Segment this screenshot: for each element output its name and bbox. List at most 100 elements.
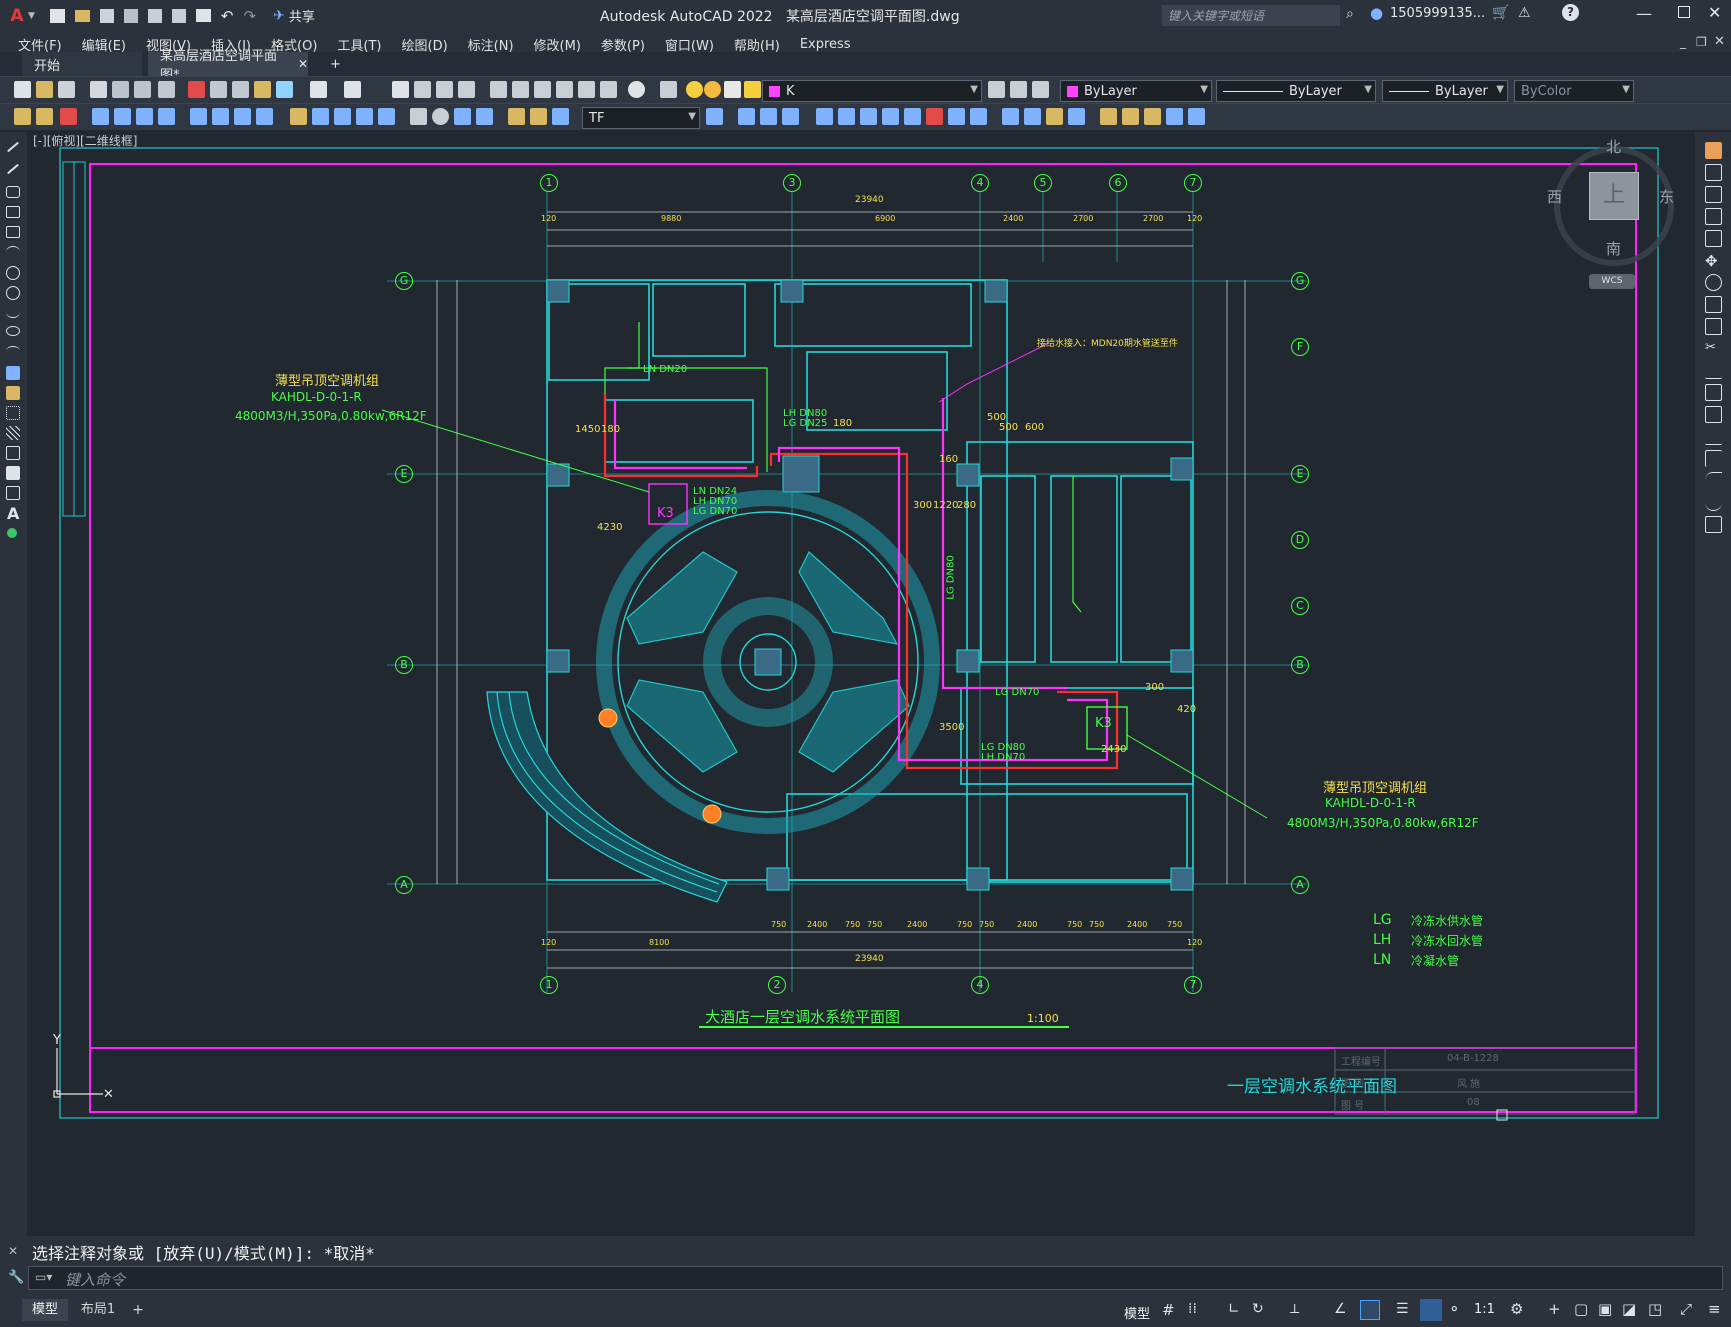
osnap-tracking-icon[interactable]: ⟂ [1290,1301,1299,1317]
ellipse-icon[interactable] [6,326,20,336]
match-properties-icon[interactable] [254,81,271,98]
layer-properties-icon[interactable] [660,81,677,98]
ortho-icon[interactable]: ∟ [1228,1301,1240,1317]
menu-express[interactable]: Express [790,37,861,52]
point-icon[interactable] [6,406,20,420]
quick-properties-icon[interactable]: ▣ [1598,1300,1612,1318]
layer-state-icon[interactable] [1032,81,1049,98]
new-tab-button[interactable]: + [318,52,342,76]
isolate-objects-icon[interactable]: ◪ [1622,1300,1636,1318]
blend-curves-icon[interactable] [1705,494,1722,511]
command-prompt-icon[interactable]: ▭▾ [35,1270,52,1284]
multiline-text-icon[interactable]: A [7,504,19,523]
move-object-icon[interactable]: ✥ [1705,252,1722,270]
new-icon[interactable] [49,8,65,23]
linetype-combo[interactable]: ByLayer ▼ [1216,80,1376,102]
dim-update-icon[interactable] [552,108,569,125]
tab-close-icon[interactable]: ✕ [298,57,308,71]
region-icon[interactable] [6,446,20,460]
close-icon[interactable]: ✕ [1708,3,1721,22]
search-icon[interactable]: ⌕ [1346,6,1354,22]
polygon-icon[interactable] [6,206,20,218]
offset-icon[interactable] [782,108,799,125]
add-layout-button[interactable]: + [128,1299,148,1321]
command-input[interactable]: ▭▾ 键入命令 [28,1266,1723,1290]
arc-icon[interactable] [6,246,20,258]
explode-icon[interactable] [1068,108,1085,125]
trim-icon[interactable] [926,108,943,125]
revision-cloud-icon[interactable] [6,286,20,300]
share-icon[interactable]: ✈ [273,8,285,24]
drawing-canvas[interactable]: [-][俯视][二维线框] Y ✕ 1 3 4 5 6 7 1 2 4 7 G … [27,132,1695,1236]
join-icon[interactable] [1002,108,1019,125]
autocad-logo-icon[interactable]: A [6,0,28,31]
chamfer-object-icon[interactable] [1705,450,1722,467]
ucs-previous-icon[interactable] [60,108,77,125]
quick-dim-icon[interactable] [290,108,307,125]
user-icon[interactable]: ● [1370,4,1383,22]
zoom-previous-icon[interactable] [458,81,475,98]
viewcube-top-face[interactable]: 上 [1589,172,1639,220]
break-icon[interactable] [970,108,987,125]
workspace-gear-icon[interactable]: ⚙ [1510,1300,1523,1318]
insert-block-icon[interactable] [6,366,20,380]
make-block-icon[interactable] [6,386,20,400]
copy-modify-icon[interactable] [738,108,755,125]
hardware-acceleration-icon[interactable]: ◳ [1648,1300,1662,1318]
layer-lock-icon[interactable] [744,81,761,98]
help-icon[interactable]: ? [1562,4,1579,21]
menu-tools[interactable]: 工具(T) [327,35,391,54]
cut-icon[interactable] [188,81,205,98]
layer-combo[interactable]: K ▼ [762,80,982,102]
annotation-scale[interactable]: 1:1 [1474,1302,1495,1317]
user-name[interactable]: 1505999135... [1390,6,1485,21]
circle-icon[interactable] [6,266,20,280]
draw-order-below-icon[interactable] [1166,108,1183,125]
baseline-dim-icon[interactable] [312,108,329,125]
polar-icon[interactable]: ↻ [1252,1301,1264,1317]
menu-help[interactable]: 帮助(H) [724,35,790,54]
menu-modify[interactable]: 修改(M) [524,35,591,54]
erase-icon[interactable] [1705,142,1722,159]
make-current-layer-icon[interactable] [988,81,1005,98]
viewcube-east[interactable]: 东 [1659,186,1674,207]
app-menu-chevron-icon[interactable]: ▼ [28,11,35,21]
break-object-icon[interactable] [1705,406,1722,423]
pan-icon[interactable] [392,81,409,98]
redo-icon[interactable]: ↷ [244,7,257,25]
hatch-icon[interactable] [6,426,20,440]
plotstyle-combo[interactable]: ByColor ▼ [1514,80,1634,102]
draw-order-above-icon[interactable] [1144,108,1161,125]
wcs-menu-button[interactable]: WCS [1589,274,1635,289]
center-mark-icon[interactable] [432,108,449,125]
undo-tool-icon[interactable] [310,81,327,98]
copy-object-icon[interactable] [1705,164,1722,181]
command-close-icon[interactable]: ✕ [8,1244,18,1258]
clean-screen-icon[interactable]: ⤢ [1680,1300,1692,1318]
radius-dim-icon[interactable] [190,108,207,125]
zoom-realtime-icon[interactable] [414,81,431,98]
annotation-visibility-icon[interactable] [1420,1299,1442,1321]
print-icon[interactable] [90,81,107,98]
gradient-icon[interactable] [6,466,20,480]
auto-scale-icon[interactable]: ⚬ [1448,1300,1461,1318]
array-icon[interactable] [816,108,833,125]
linear-dim-icon[interactable] [92,108,109,125]
share-button[interactable]: 共享 [289,6,315,25]
menu-draw[interactable]: 绘图(D) [392,35,458,54]
fillet-icon[interactable] [1046,108,1063,125]
save-web-icon[interactable] [171,8,186,23]
aligned-dim-icon[interactable] [114,108,131,125]
ordinate-dim-icon[interactable] [158,108,175,125]
inspect-icon[interactable] [454,108,471,125]
spline-icon[interactable] [6,306,20,318]
quickcalc-icon[interactable] [600,81,617,98]
construction-line-icon[interactable] [6,163,20,175]
dim-space-icon[interactable] [356,108,373,125]
draw-order-back-icon[interactable] [1122,108,1139,125]
ucs-icon[interactable] [14,108,31,125]
mirror-icon[interactable] [760,108,777,125]
layer-thaw-icon[interactable] [704,81,721,98]
offset-object-icon[interactable] [1705,208,1722,225]
mirror-object-icon[interactable] [1705,186,1722,203]
